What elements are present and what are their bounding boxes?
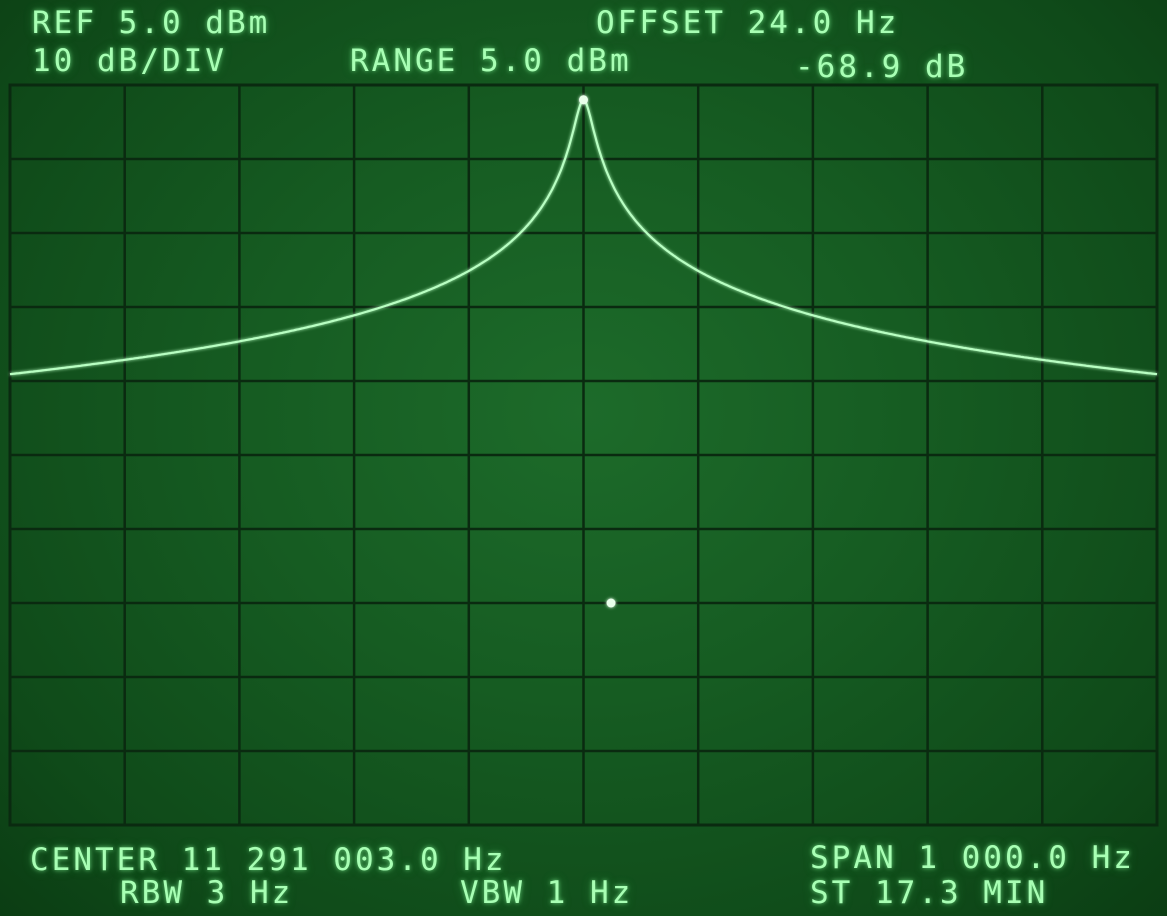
marker-dot: [579, 95, 588, 105]
marker-dot: [606, 598, 616, 608]
graticule-grid: [8, 83, 1159, 827]
video-bandwidth-readout: VBW 1 Hz: [460, 875, 634, 911]
frequency-span-readout: SPAN 1 000.0 Hz: [810, 840, 1135, 876]
spectrum-analyzer-screen: REF 5.0 dBm 10 dB/DIV RANGE 5.0 dBm OFFS…: [0, 0, 1167, 916]
spectrum-plot: [8, 83, 1159, 827]
center-frequency-readout: CENTER 11 291 003.0 Hz: [30, 842, 507, 878]
sweep-time-readout: ST 17.3 MIN: [810, 875, 1049, 911]
resolution-bandwidth-readout: RBW 3 Hz: [120, 875, 294, 911]
